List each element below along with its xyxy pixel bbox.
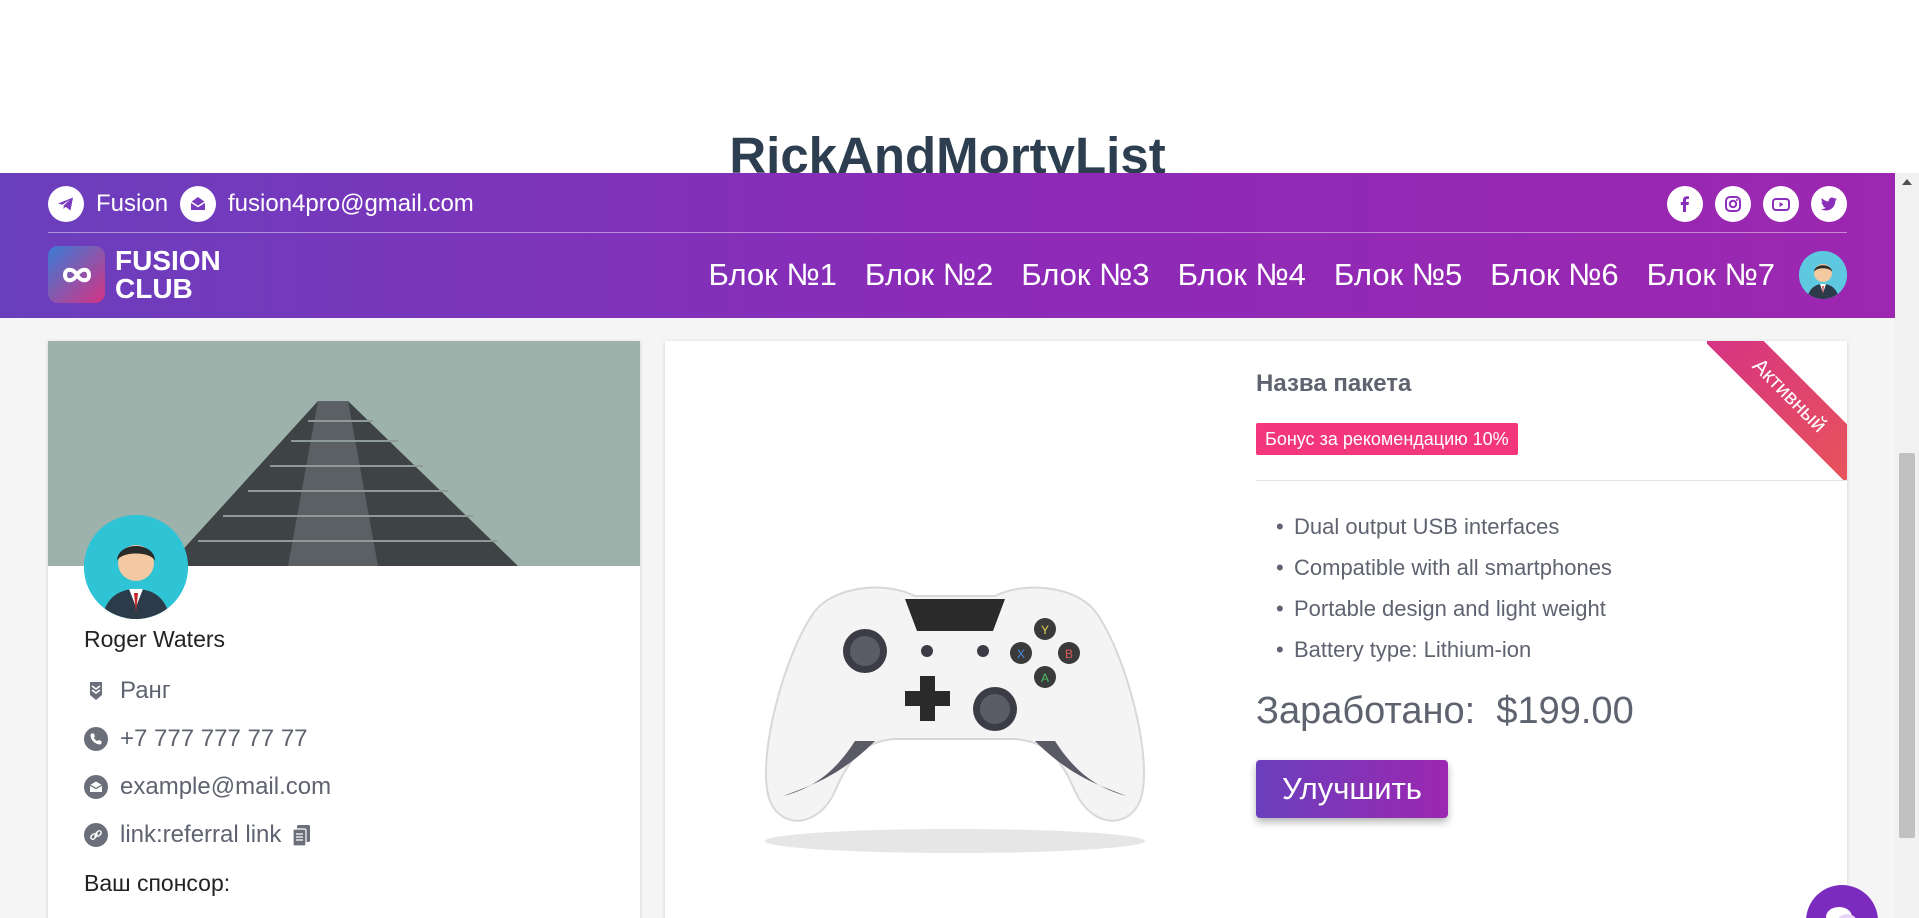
profile-avatar[interactable] [84,515,188,619]
phone-value: +7 777 777 77 77 [120,725,308,752]
nav-link-block-6[interactable]: Блок №6 [1490,250,1618,300]
brand-name: FUSION CLUB [115,244,221,304]
nav-link-block-3[interactable]: Блок №3 [1021,250,1149,300]
status-ribbon: Активный [1707,341,1847,481]
youtube-icon[interactable] [1763,186,1799,222]
svg-text:Y: Y [1041,623,1049,637]
sponsor-label: Ваш спонсор: [84,870,231,896]
link-icon [84,823,108,847]
nav-link-block-5[interactable]: Блок №5 [1334,250,1462,300]
email-row: example@mail.com [84,772,331,802]
upgrade-button[interactable]: Улучшить [1256,760,1448,818]
rank-label: Ранг [120,677,171,704]
rank-row: Ранг [84,676,171,706]
scrollbar-thumb[interactable] [1899,453,1915,838]
chat-bubble-icon [1824,904,1860,918]
nav-link-block-7[interactable]: Блок №7 [1647,250,1775,300]
package-title: Назва пакета [1256,370,1412,397]
feature-item: Portable design and light weight [1276,594,1612,635]
mail-icon [84,775,108,799]
phone-icon [84,727,108,751]
referral-link[interactable]: link:referral link [120,821,281,849]
brand-line-1: FUSION [115,244,221,276]
infinity-logo-icon [48,246,105,303]
scroll-up-arrow-icon[interactable] [1902,179,1912,185]
nav-link-block-2[interactable]: Блок №2 [865,250,993,300]
main-nav: Блок №1 Блок №2 Блок №3 Блок №4 Блок №5 … [708,250,1775,300]
earned-value: $199.00 [1496,690,1634,732]
nav-link-block-1[interactable]: Блок №1 [708,250,836,300]
referral-row: link:referral link [84,820,313,850]
earned-amount: Заработано: $199.00 [1256,690,1634,733]
twitter-icon[interactable] [1811,186,1847,222]
social-links [1667,186,1847,222]
svg-text:X: X [1017,647,1025,661]
brand-logo[interactable]: FUSION CLUB [48,246,221,303]
bonus-badge: Бонус за рекомендацию 10% [1256,423,1518,455]
rank-chevron-icon [84,679,108,703]
earned-label: Заработано: [1256,690,1476,732]
profile-name: Roger Waters [84,626,226,652]
facebook-icon[interactable] [1667,186,1703,222]
envelope-icon [180,186,216,222]
telegram-label: Fusion [96,190,169,217]
divider [1256,480,1847,481]
email-contact[interactable]: fusion4pro@gmail.com [180,186,474,222]
phone-row: +7 777 777 77 77 [84,724,308,754]
instagram-icon[interactable] [1715,186,1751,222]
gamepad-product-image: Y X B A [755,541,1155,866]
email-value: example@mail.com [120,773,332,800]
page-scrollbar[interactable] [1895,173,1919,918]
svg-text:B: B [1065,647,1073,661]
navbar: Fusion fusion4pro@gmail.com FUSION CLUB … [0,173,1895,318]
telegram-contact[interactable]: Fusion [48,186,168,222]
nav-link-block-4[interactable]: Блок №4 [1178,250,1306,300]
feature-item: Battery type: Lithium-ion [1276,635,1612,676]
svg-text:A: A [1041,671,1049,685]
feature-item: Compatible with all smartphones [1276,553,1612,594]
status-ribbon-label: Активный [1707,341,1847,481]
brand-line-2: CLUB [115,272,193,304]
telegram-icon [48,186,84,222]
email-label: fusion4pro@gmail.com [228,190,474,217]
copy-icon[interactable] [291,823,313,847]
feature-item: Dual output USB interfaces [1276,512,1612,553]
user-avatar[interactable] [1799,251,1847,299]
contact-bar: Fusion fusion4pro@gmail.com [48,173,1847,233]
feature-list: Dual output USB interfaces Compatible wi… [1276,512,1612,676]
